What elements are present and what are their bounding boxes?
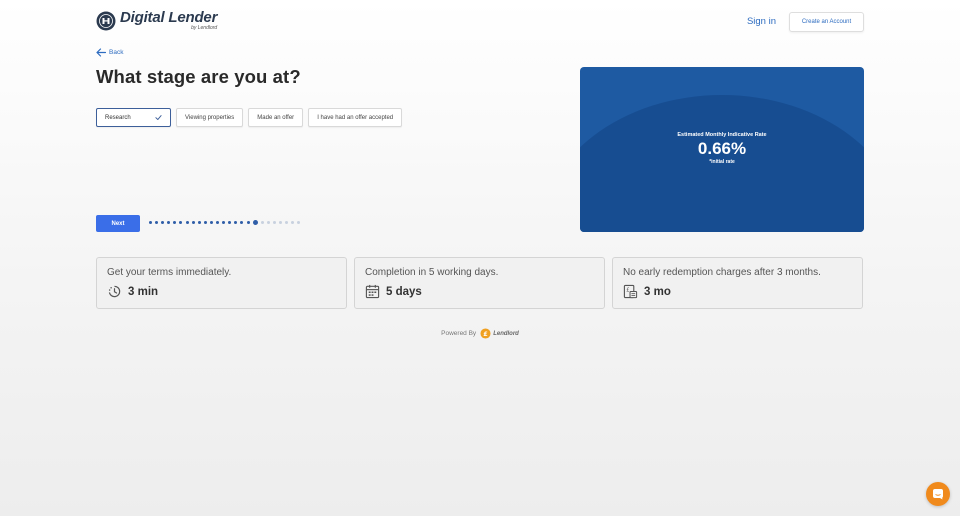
progress-dot: [203, 221, 207, 224]
logo-icon: [96, 11, 116, 30]
rate-value: 0.66%: [697, 139, 747, 158]
progress-dot: [185, 221, 189, 224]
progress-dot: [167, 221, 171, 224]
stage-option-made-an-offer[interactable]: Made an offer: [248, 108, 304, 127]
progress-dot: [228, 221, 232, 224]
create-account-button[interactable]: Create an Account: [789, 12, 864, 32]
svg-text:£: £: [626, 288, 629, 294]
progress-dot: [260, 221, 264, 224]
progress-dot: [161, 221, 165, 224]
progress-dot: [149, 221, 152, 224]
header: Digital Lender by Lendlord Sign in Creat…: [96, 10, 864, 36]
back-label: Back: [109, 49, 124, 56]
progress-dot: [240, 221, 244, 224]
powered-by: Powered By £ Lendlord: [0, 328, 960, 339]
lendlord-logo-icon: £: [480, 328, 491, 339]
stage-option-label: I have had an offer accepted: [317, 114, 394, 121]
rate-note: *initial rate: [709, 159, 735, 165]
calendar-icon: [365, 284, 380, 299]
chat-launcher-button[interactable]: [926, 482, 950, 506]
check-icon: [155, 115, 162, 120]
rate-card: Estimated Monthly Indicative Rate 0.66% …: [580, 67, 864, 232]
next-button[interactable]: Next: [96, 215, 140, 232]
stage-option-offer-accepted[interactable]: I have had an offer accepted: [308, 108, 403, 127]
stage-option-label: Research: [105, 114, 131, 121]
progress-dot: [234, 221, 238, 224]
progress-dot: [173, 221, 177, 224]
stage-option-label: Made an offer: [257, 114, 295, 121]
progress-dot-current: [252, 220, 258, 225]
progress-dot: [209, 221, 213, 224]
arrow-left-icon: [96, 48, 106, 57]
brand-subtitle: by Lendlord: [191, 25, 218, 31]
progress-dot: [216, 221, 220, 224]
progress-dot: [266, 221, 270, 224]
feature-card-completion: Completion in 5 working days. 5 days: [354, 257, 605, 309]
feature-title: No early redemption charges after 3 mont…: [623, 267, 821, 278]
feature-card-redemption: No early redemption charges after 3 mont…: [612, 257, 863, 309]
back-link[interactable]: Back: [96, 48, 123, 57]
brand-logo[interactable]: Digital Lender by Lendlord: [96, 10, 217, 31]
progress-dot: [285, 221, 289, 224]
progress-dot: [179, 221, 183, 224]
feature-cards: Get your terms immediately. 3 min Comple…: [96, 257, 863, 309]
progress-dot: [291, 221, 295, 224]
progress-dot: [191, 221, 195, 224]
sign-in-link[interactable]: Sign in: [747, 16, 776, 27]
feature-title: Get your terms immediately.: [107, 267, 232, 278]
progress-dot: [246, 221, 250, 224]
feature-value: 3 min: [128, 285, 159, 298]
clock-icon: [108, 285, 121, 298]
stage-options: Research Viewing properties Made an offe…: [96, 108, 407, 127]
progress-dot: [197, 221, 201, 224]
progress-dot: [278, 221, 282, 224]
stage-option-viewing-properties[interactable]: Viewing properties: [176, 108, 244, 127]
progress-dot: [222, 221, 226, 224]
feature-card-terms: Get your terms immediately. 3 min: [96, 257, 347, 309]
document-pound-icon: £: [623, 284, 638, 299]
feature-value: 3 mo: [644, 285, 671, 298]
powered-by-brand: Lendlord: [493, 330, 519, 337]
feature-title: Completion in 5 working days.: [365, 267, 499, 278]
powered-by-label: Powered By: [441, 330, 477, 337]
step-progress: [149, 220, 303, 225]
progress-dot: [272, 221, 276, 224]
svg-text:£: £: [483, 330, 487, 338]
stage-option-research[interactable]: Research: [96, 108, 171, 127]
progress-dot: [297, 221, 301, 224]
rate-label: Estimated Monthly Indicative Rate: [677, 132, 767, 138]
progress-dot: [155, 221, 159, 224]
stage-option-label: Viewing properties: [185, 114, 235, 121]
page-title: What stage are you at?: [96, 66, 301, 87]
chat-icon: [933, 489, 943, 500]
feature-value: 5 days: [386, 285, 422, 298]
brand-title: Digital Lender: [120, 9, 218, 26]
